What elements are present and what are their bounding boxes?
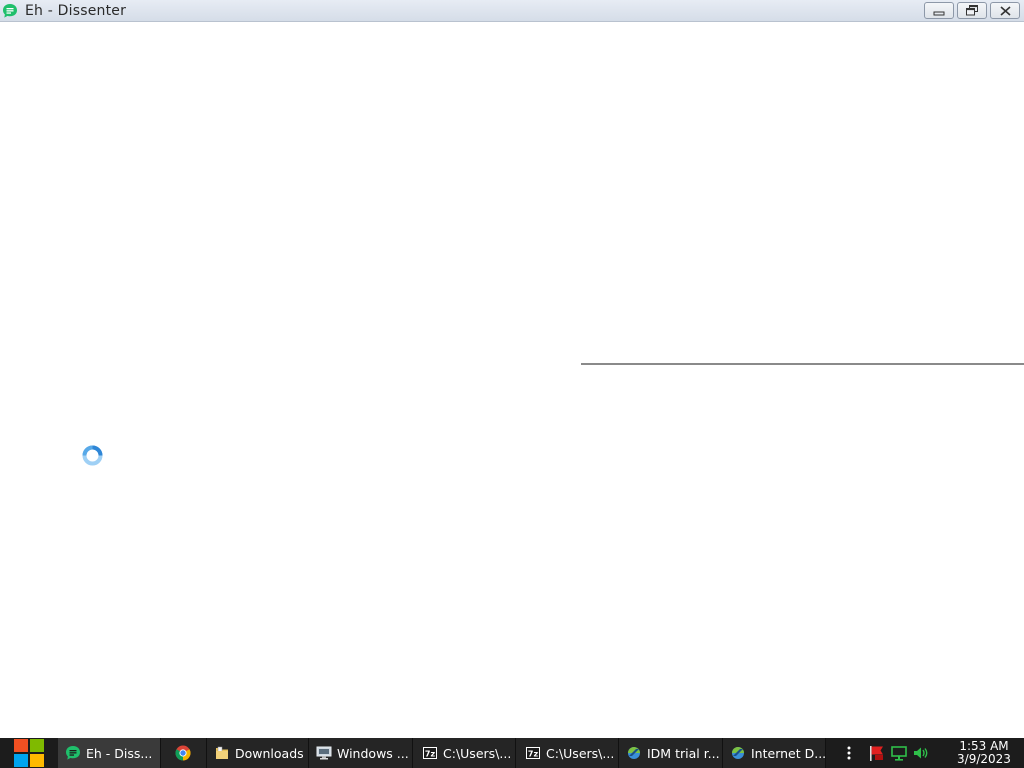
taskbar-item-windows[interactable]: Windows ... xyxy=(309,738,413,768)
action-center-flag-icon[interactable] xyxy=(868,744,886,762)
overflow-menu-icon[interactable] xyxy=(840,744,858,762)
restore-button[interactable] xyxy=(957,2,987,19)
window-title: Eh - Dissenter xyxy=(25,2,127,19)
folder-icon xyxy=(214,745,230,761)
volume-icon[interactable] xyxy=(912,744,930,762)
minimize-button[interactable] xyxy=(924,2,954,19)
computer-monitor-icon xyxy=(316,745,332,761)
close-icon xyxy=(999,5,1011,16)
7zip-icon: 7z xyxy=(525,745,541,761)
svg-text:7z: 7z xyxy=(528,749,539,758)
idm-icon xyxy=(626,745,642,761)
system-tray: 1:53 AM 3/9/2023 xyxy=(838,738,1024,768)
taskbar-item-label: C:\Users\... xyxy=(546,745,615,761)
taskbar-item-downloads[interactable]: Downloads xyxy=(207,738,309,768)
restore-icon xyxy=(966,5,978,16)
browser-content-area[interactable] xyxy=(0,22,1024,738)
window-title-bar[interactable]: Eh - Dissenter xyxy=(0,0,1024,22)
taskbar-item-7zip-1[interactable]: 7z C:\Users\... xyxy=(413,738,516,768)
dissenter-app-icon xyxy=(65,745,81,761)
loading-spinner-icon xyxy=(82,445,103,466)
taskbar-item-idm-trial[interactable]: IDM trial r... xyxy=(619,738,723,768)
taskbar-item-label: C:\Users\... xyxy=(443,745,512,761)
taskbar-item-label: Downloads xyxy=(235,745,304,761)
taskbar-item-internet-download-manager[interactable]: Internet D... xyxy=(723,738,826,768)
clock-date: 3/9/2023 xyxy=(957,752,1011,766)
window-controls xyxy=(924,2,1020,19)
taskbar: Eh - Diss... Downloads Windows ... 7z C:… xyxy=(0,738,1024,768)
network-icon[interactable] xyxy=(890,744,908,762)
taskbar-item-label: Windows ... xyxy=(337,745,409,761)
taskbar-item-label: Eh - Diss... xyxy=(86,745,153,761)
partial-rendered-divider xyxy=(581,363,1024,365)
taskbar-clock[interactable]: 1:53 AM 3/9/2023 xyxy=(946,740,1022,766)
taskbar-item-chrome[interactable] xyxy=(161,738,207,768)
7zip-icon: 7z xyxy=(422,745,438,761)
chrome-icon xyxy=(175,745,191,761)
idm-icon xyxy=(730,745,746,761)
taskbar-item-label: Internet D... xyxy=(751,745,826,761)
taskbar-item-7zip-2[interactable]: 7z C:\Users\... xyxy=(516,738,619,768)
start-button[interactable] xyxy=(0,738,58,768)
svg-text:7z: 7z xyxy=(425,749,436,758)
close-button[interactable] xyxy=(990,2,1020,19)
taskbar-item-dissenter[interactable]: Eh - Diss... xyxy=(58,738,161,768)
dissenter-app-icon xyxy=(2,3,18,19)
taskbar-item-label: IDM trial r... xyxy=(647,745,720,761)
windows-logo-icon xyxy=(14,739,44,767)
minimize-icon xyxy=(933,11,945,15)
